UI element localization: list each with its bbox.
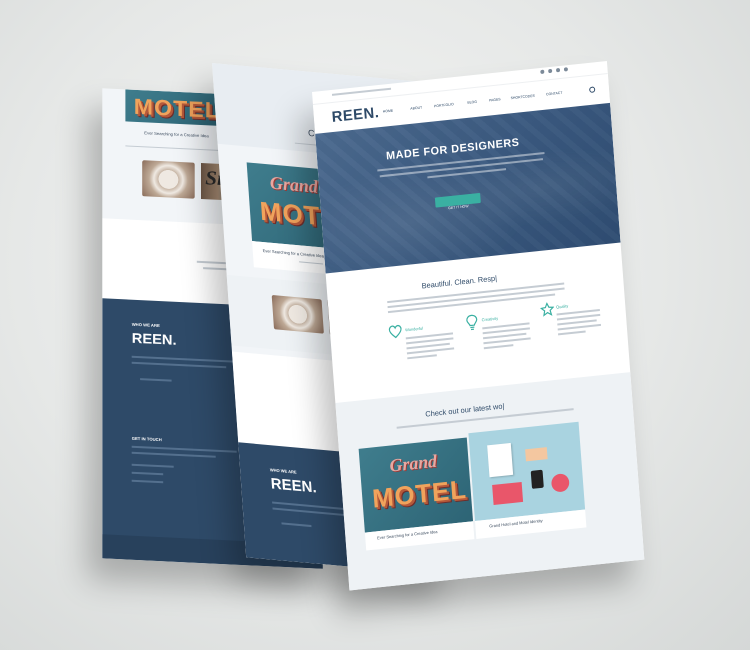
portfolio-caption: Ever Searching for a Creative Idea	[144, 130, 209, 139]
feature-wonderful: Wonderful	[387, 318, 461, 395]
text-line	[558, 330, 586, 335]
feature-label: Creativity	[481, 315, 499, 323]
nav-blog[interactable]: BLOG	[467, 100, 477, 105]
thumbnail-seal[interactable]	[271, 294, 324, 334]
text-line	[407, 354, 437, 359]
facebook-icon[interactable]	[540, 69, 545, 75]
portfolio-caption: Ever Searching for a Creative Idea	[262, 247, 325, 259]
search-icon[interactable]	[589, 86, 596, 93]
letterhead	[487, 442, 514, 478]
text-line	[387, 282, 565, 303]
text-line	[483, 337, 531, 344]
text-line	[131, 463, 174, 468]
footer-who-we-are: WHO WE ARE	[269, 467, 297, 475]
portfolio-caption: Grand Hotel and Motel Identity	[489, 517, 543, 529]
hero-photo-texture	[315, 102, 621, 274]
envelope	[492, 481, 524, 505]
grand-word: Grand	[269, 172, 319, 197]
feature-label: Quality	[555, 303, 569, 310]
footer-brand: REEN.	[270, 475, 318, 497]
nav-home[interactable]: HOME	[383, 109, 394, 114]
footer-get-in-touch: GET IN TOUCH	[131, 435, 162, 443]
hero: MADE FOR DESIGNERS GET IT NOW	[315, 102, 621, 274]
footer-brand: REEN.	[131, 329, 177, 348]
logo[interactable]: REEN.	[331, 104, 380, 126]
text-line	[131, 361, 227, 369]
feature-quality: Quality	[539, 296, 614, 373]
text-line	[140, 378, 172, 382]
text-line	[331, 87, 392, 96]
text-line	[131, 471, 164, 476]
thumbnail-seal[interactable]	[142, 160, 195, 199]
business-card	[525, 447, 548, 462]
cd-disc	[550, 473, 570, 493]
pinterest-icon[interactable]	[563, 67, 569, 72]
footer-who-we-are: WHO WE ARE	[131, 321, 160, 329]
nav-portfolio[interactable]: PORTFOLIO	[434, 102, 454, 108]
nav-contact[interactable]: CONTACT	[546, 91, 563, 97]
motel-word: MOTEL	[133, 93, 220, 123]
lightbulb-icon	[466, 314, 478, 331]
portfolio-image-motel[interactable]: Grand MOTEL	[358, 437, 474, 533]
twitter-icon[interactable]	[548, 68, 553, 74]
social-icons[interactable]	[540, 65, 590, 76]
googleplus-icon[interactable]	[555, 67, 561, 73]
heart-icon	[388, 324, 402, 339]
text-line	[299, 261, 324, 265]
nav-about[interactable]: ABOUT	[410, 106, 422, 111]
text-line	[483, 344, 514, 349]
nav-pages[interactable]: PAGES	[489, 97, 501, 102]
text-line	[131, 479, 164, 484]
text-line	[557, 323, 602, 330]
grand-word: Grand	[388, 450, 438, 476]
text-line	[131, 451, 216, 458]
portfolio-caption: Ever Searching for a Creative Idea	[377, 528, 438, 541]
text-line	[406, 347, 455, 354]
motel-word: MOTEL	[371, 473, 468, 514]
nav-shortcodes[interactable]: SHORTCODES	[510, 94, 535, 101]
portfolio-section: Check out our latest wo| Grand MOTEL Eve…	[335, 372, 645, 591]
mockup-page-front: REEN. HOME ABOUT PORTFOLIO BLOG PAGES SH…	[312, 61, 645, 591]
features-heading: Beautiful. Clean. Resp|	[421, 273, 498, 291]
phone	[530, 469, 544, 489]
feature-creativity: Creativity	[465, 308, 539, 385]
portfolio-image-stationery[interactable]	[468, 421, 586, 522]
feature-label: Wonderful	[404, 325, 424, 333]
text-line	[281, 522, 312, 528]
portfolio-image-motel[interactable]: MOTEL	[125, 89, 222, 126]
star-icon	[539, 301, 555, 317]
